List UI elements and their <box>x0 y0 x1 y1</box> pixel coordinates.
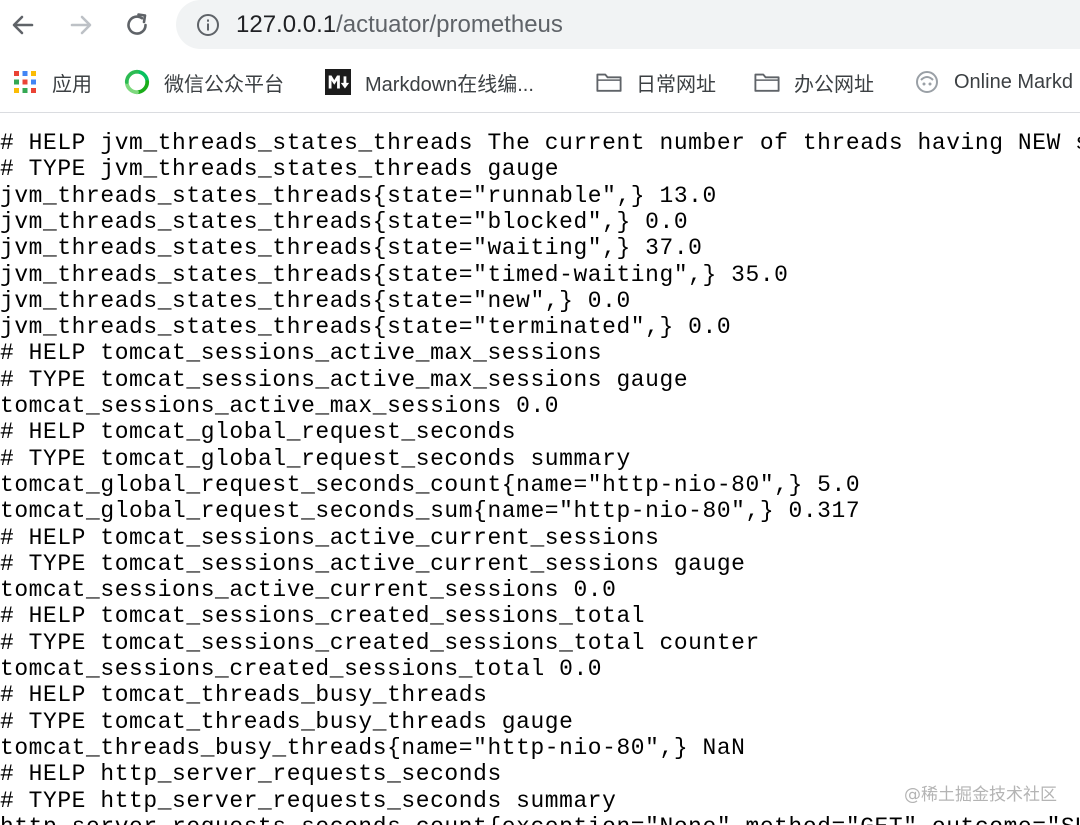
watermark: @稀土掘金技术社区 <box>904 785 1057 805</box>
bookmark-folder-office[interactable]: 办公网址 <box>754 66 874 98</box>
metric-line: tomcat_global_request_seconds_count{name… <box>0 471 861 498</box>
toolbar-divider <box>0 112 1080 113</box>
metric-line: # TYPE http_server_requests_seconds summ… <box>0 787 617 814</box>
bookmarks-bar: 应用 微信公众平台 Markdown在线编... 日常网址 办公网址 Onlin… <box>0 56 1080 108</box>
metric-line: jvm_threads_states_threads{state="new",}… <box>0 287 631 314</box>
online-markdown-icon <box>914 69 940 95</box>
metric-line: tomcat_sessions_active_current_sessions … <box>0 577 617 604</box>
bookmark-label: 微信公众平台 <box>164 73 284 96</box>
metric-line: # HELP tomcat_sessions_active_current_se… <box>0 524 660 551</box>
page-content: # HELP jvm_threads_states_threads The cu… <box>0 130 1080 825</box>
metric-line: tomcat_sessions_created_sessions_total 0… <box>0 656 603 682</box>
bookmark-folder-daily[interactable]: 日常网址 <box>596 66 716 98</box>
reload-button[interactable] <box>120 8 154 42</box>
metric-line: jvm_threads_states_threads{state="waitin… <box>0 235 703 262</box>
metric-line: jvm_threads_states_threads{state="blocke… <box>0 208 689 235</box>
bookmark-markdown[interactable]: Markdown在线编... <box>325 66 534 98</box>
bookmark-label: Online Markd <box>954 70 1073 93</box>
address-bar[interactable]: 127.0.0.1/actuator/prometheus <box>176 0 1080 49</box>
folder-icon <box>596 69 622 95</box>
metric-line: # HELP http_server_requests_seconds <box>0 761 502 788</box>
metric-line: # TYPE tomcat_sessions_active_current_se… <box>0 550 746 577</box>
folder-icon <box>754 69 780 95</box>
metric-line: tomcat_sessions_active_max_sessions 0.0 <box>0 393 560 419</box>
metric-line: jvm_threads_states_threads{state="timed-… <box>0 261 789 288</box>
metric-line: # TYPE tomcat_global_request_seconds sum… <box>0 445 631 472</box>
forward-button[interactable] <box>64 8 98 42</box>
apps-grid-icon <box>12 69 38 95</box>
bookmark-label: 日常网址 <box>636 73 716 96</box>
metric-line: http_server_requests_seconds_count{excep… <box>0 814 1080 825</box>
bookmark-label: 应用 <box>52 73 92 96</box>
back-arrow-icon <box>12 15 34 35</box>
reload-icon <box>127 13 147 35</box>
metric-line: # HELP tomcat_sessions_created_sessions_… <box>0 603 646 630</box>
metric-line: tomcat_threads_busy_threads{name="http-n… <box>0 734 746 761</box>
bookmark-label: 办公网址 <box>794 73 874 96</box>
forward-arrow-icon <box>70 15 92 35</box>
metric-line: # HELP tomcat_threads_busy_threads <box>0 682 488 709</box>
metric-line: # HELP tomcat_sessions_active_max_sessio… <box>0 340 603 367</box>
metric-line: jvm_threads_states_threads{state="runnab… <box>0 182 717 209</box>
url-text[interactable]: 127.0.0.1/actuator/prometheus <box>236 11 563 39</box>
metric-line: # TYPE tomcat_sessions_active_max_sessio… <box>0 366 689 393</box>
bookmark-wechat[interactable]: 微信公众平台 <box>124 66 284 98</box>
metric-line: tomcat_global_request_seconds_sum{name="… <box>0 498 861 525</box>
back-button[interactable] <box>6 8 40 42</box>
bookmark-label: Markdown在线编... <box>365 73 534 96</box>
metric-line: # TYPE jvm_threads_states_threads gauge <box>0 156 560 183</box>
url-path: /actuator/prometheus <box>336 11 563 38</box>
browser-toolbar: 127.0.0.1/actuator/prometheus <box>0 0 1080 52</box>
bookmark-online-markdown[interactable]: Online Markd <box>914 66 1073 98</box>
url-host: 127.0.0.1 <box>236 11 337 38</box>
wechat-icon <box>124 69 150 95</box>
bookmark-apps[interactable]: 应用 <box>12 66 92 98</box>
metric-line: # HELP jvm_threads_states_threads The cu… <box>0 130 1080 156</box>
info-icon[interactable] <box>196 13 220 37</box>
metric-line: # TYPE tomcat_threads_busy_threads gauge <box>0 708 574 735</box>
markdown-icon <box>325 69 351 95</box>
metric-line: # HELP tomcat_global_request_seconds <box>0 419 517 446</box>
metric-line: jvm_threads_states_threads{state="termin… <box>0 314 732 341</box>
metric-line: # TYPE tomcat_sessions_created_sessions_… <box>0 629 760 656</box>
